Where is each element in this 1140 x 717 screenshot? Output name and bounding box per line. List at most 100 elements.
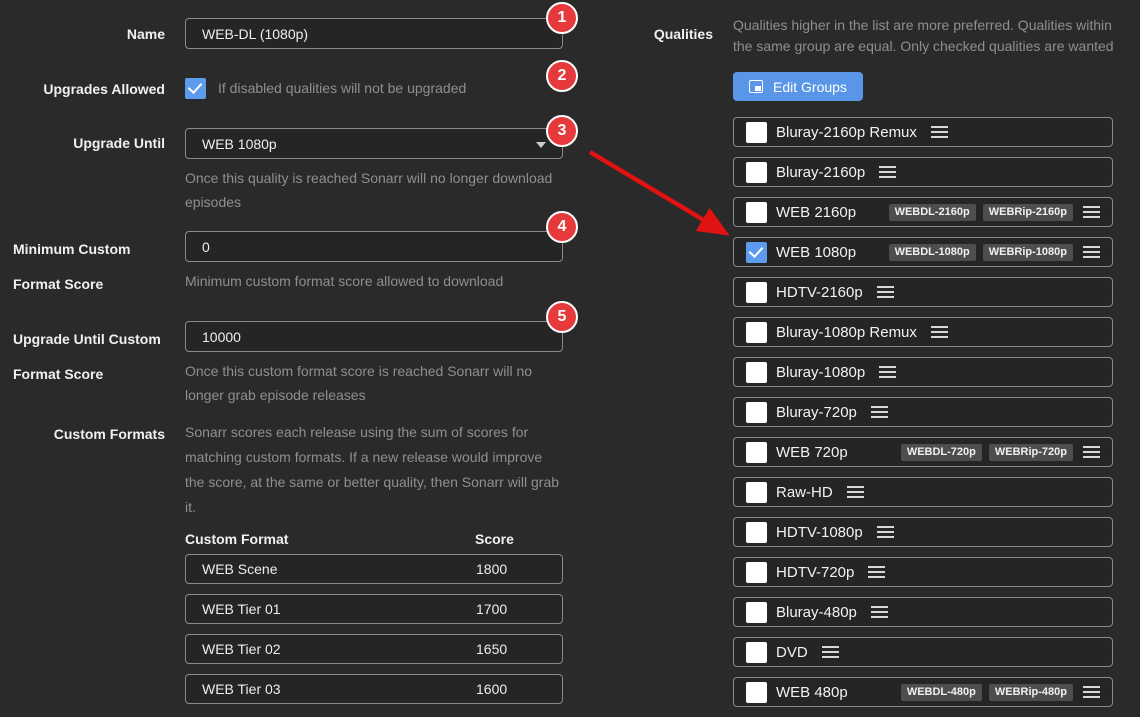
quality-badges: WEBDL-480p WEBRip-480p bbox=[901, 684, 1073, 701]
quality-name: Bluray-2160p Remux bbox=[776, 124, 917, 141]
score-column-header: Score bbox=[475, 531, 514, 547]
annotation-circle-3: 3 bbox=[546, 115, 578, 147]
upgrade-until-custom-format-score-label: Upgrade Until Custom Format Score bbox=[0, 321, 165, 407]
quality-badge: WEBRip-720p bbox=[989, 444, 1073, 461]
quality-row: HDTV-2160p bbox=[733, 277, 1113, 307]
upgrade-until-custom-format-score-help: Once this custom format score is reached… bbox=[185, 359, 563, 407]
custom-format-name: WEB Tier 02 bbox=[202, 641, 476, 657]
upgrade-until-custom-format-score-label-line1: Upgrade Until Custom bbox=[13, 322, 165, 357]
quality-checkbox[interactable] bbox=[746, 522, 767, 543]
quality-checkbox[interactable] bbox=[746, 202, 767, 223]
quality-row: DVD bbox=[733, 637, 1113, 667]
quality-checkbox[interactable] bbox=[746, 482, 767, 503]
custom-formats-label: Custom Formats bbox=[0, 420, 165, 714]
upgrades-allowed-label: Upgrades Allowed bbox=[0, 78, 165, 99]
annotation-circle-4: 4 bbox=[546, 211, 578, 243]
upgrades-allowed-help: If disabled qualities will not be upgrad… bbox=[218, 78, 466, 99]
drag-handle-icon[interactable] bbox=[1083, 446, 1100, 458]
min-custom-format-score-input[interactable] bbox=[185, 231, 563, 262]
quality-row: WEB 2160pWEBDL-2160pWEBRip-2160p bbox=[733, 197, 1113, 227]
drag-handle-icon[interactable] bbox=[847, 486, 864, 498]
form-group-upgrades-allowed: Upgrades Allowed If disabled qualities w… bbox=[0, 78, 563, 99]
custom-format-row: WEB Tier 031600 bbox=[185, 674, 563, 704]
custom-formats-table-header: Custom Format Score bbox=[185, 523, 563, 554]
name-label: Name bbox=[0, 18, 165, 49]
quality-badges: WEBDL-1080p WEBRip-1080p bbox=[889, 244, 1073, 261]
qualities-list: Bluray-2160p RemuxBluray-2160pWEB 2160pW… bbox=[733, 117, 1113, 717]
custom-format-score: 1800 bbox=[476, 561, 507, 577]
quality-badges: WEBDL-720pWEBRip-720p bbox=[901, 444, 1073, 461]
upgrade-until-custom-format-score-input[interactable] bbox=[185, 321, 563, 352]
drag-handle-icon[interactable] bbox=[931, 326, 948, 338]
quality-checkbox[interactable] bbox=[746, 122, 767, 143]
quality-name: HDTV-720p bbox=[776, 564, 854, 581]
quality-badge: WEBRip-1080p bbox=[983, 244, 1073, 261]
quality-badge: WEBRip-2160p bbox=[983, 204, 1073, 221]
upgrade-until-custom-format-score-label-line2: Format Score bbox=[13, 357, 165, 392]
drag-handle-icon[interactable] bbox=[931, 126, 948, 138]
annotation-circle-1: 1 bbox=[546, 2, 578, 34]
drag-handle-icon[interactable] bbox=[879, 166, 896, 178]
quality-checkbox[interactable] bbox=[746, 162, 767, 183]
custom-format-score: 1650 bbox=[476, 641, 507, 657]
quality-name: Bluray-2160p bbox=[776, 164, 865, 181]
quality-checkbox[interactable] bbox=[746, 642, 767, 663]
form-group-upgrade-until-custom-format-score: Upgrade Until Custom Format Score Once t… bbox=[0, 321, 563, 407]
quality-row: Bluray-2160p Remux bbox=[733, 117, 1113, 147]
upgrades-allowed-checkbox[interactable] bbox=[185, 78, 206, 99]
clone-icon bbox=[749, 80, 763, 93]
quality-badge: WEBDL-480p bbox=[901, 684, 982, 701]
quality-checkbox[interactable] bbox=[746, 362, 767, 383]
qualities-label: Qualities bbox=[633, 26, 713, 42]
name-input[interactable] bbox=[185, 18, 563, 49]
quality-row: Bluray-1080p bbox=[733, 357, 1113, 387]
min-custom-format-score-label-line2: Format Score bbox=[13, 267, 165, 302]
form-group-min-custom-format-score: Minimum Custom Format Score Minimum cust… bbox=[0, 231, 563, 302]
quality-profile-edit-panel: Name Upgrades Allowed If disabled qualit… bbox=[0, 0, 1140, 704]
custom-format-row: WEB Tier 011700 bbox=[185, 594, 563, 624]
drag-handle-icon[interactable] bbox=[879, 366, 896, 378]
custom-format-name: WEB Tier 03 bbox=[202, 681, 476, 697]
quality-checkbox[interactable] bbox=[746, 242, 767, 263]
quality-checkbox[interactable] bbox=[746, 602, 767, 623]
drag-handle-icon[interactable] bbox=[877, 526, 894, 538]
custom-format-row: WEB Tier 021650 bbox=[185, 634, 563, 664]
edit-groups-button[interactable]: Edit Groups bbox=[733, 72, 863, 101]
drag-handle-icon[interactable] bbox=[868, 566, 885, 578]
quality-name: WEB 2160p bbox=[776, 204, 856, 221]
quality-name: Bluray-1080p bbox=[776, 364, 865, 381]
custom-format-row: WEB Scene1800 bbox=[185, 554, 563, 584]
quality-checkbox[interactable] bbox=[746, 682, 767, 703]
quality-badge: WEBRip-480p bbox=[989, 684, 1073, 701]
quality-checkbox[interactable] bbox=[746, 562, 767, 583]
quality-checkbox[interactable] bbox=[746, 322, 767, 343]
quality-checkbox[interactable] bbox=[746, 442, 767, 463]
drag-handle-icon[interactable] bbox=[871, 406, 888, 418]
custom-format-score: 1700 bbox=[476, 601, 507, 617]
drag-handle-icon[interactable] bbox=[1083, 206, 1100, 218]
drag-handle-icon[interactable] bbox=[877, 286, 894, 298]
quality-name: WEB 480p bbox=[776, 684, 848, 701]
annotation-circle-2: 2 bbox=[546, 60, 578, 92]
drag-handle-icon[interactable] bbox=[822, 646, 839, 658]
quality-badge: WEBDL-1080p bbox=[889, 244, 976, 261]
edit-groups-button-label: Edit Groups bbox=[773, 79, 847, 95]
quality-name: Bluray-720p bbox=[776, 404, 857, 421]
upgrade-until-select[interactable]: WEB 1080p bbox=[185, 128, 563, 159]
chevron-down-icon bbox=[536, 142, 546, 148]
quality-checkbox[interactable] bbox=[746, 282, 767, 303]
quality-name: HDTV-2160p bbox=[776, 284, 863, 301]
quality-row: Bluray-1080p Remux bbox=[733, 317, 1113, 347]
quality-row: Bluray-2160p bbox=[733, 157, 1113, 187]
drag-handle-icon[interactable] bbox=[1083, 246, 1100, 258]
form-group-name: Name bbox=[0, 18, 563, 49]
min-custom-format-score-help: Minimum custom format score allowed to d… bbox=[185, 269, 563, 293]
custom-format-column-header: Custom Format bbox=[185, 531, 475, 547]
quality-row: Bluray-480p bbox=[733, 597, 1113, 627]
drag-handle-icon[interactable] bbox=[1083, 686, 1100, 698]
quality-row: HDTV-1080p bbox=[733, 517, 1113, 547]
quality-checkbox[interactable] bbox=[746, 402, 767, 423]
upgrade-until-help: Once this quality is reached Sonarr will… bbox=[185, 166, 563, 214]
drag-handle-icon[interactable] bbox=[871, 606, 888, 618]
quality-name: Bluray-480p bbox=[776, 604, 857, 621]
